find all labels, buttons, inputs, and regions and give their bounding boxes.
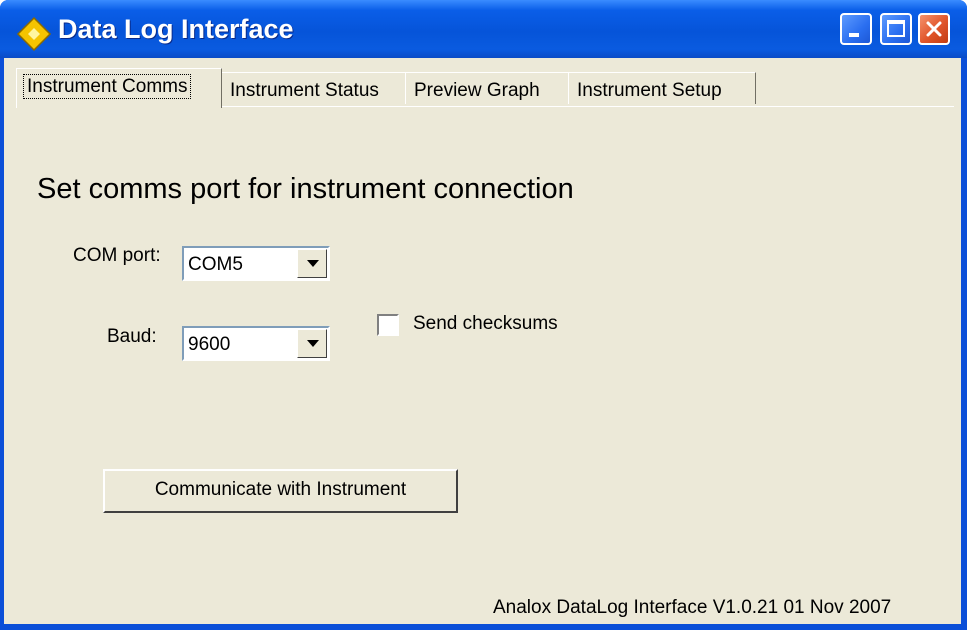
tab-instrument-status[interactable]: Instrument Status [221, 72, 406, 104]
close-icon [926, 21, 942, 37]
tab-instrument-comms[interactable]: Instrument Comms [16, 68, 222, 108]
minimize-icon [849, 33, 859, 37]
version-text: Analox DataLog Interface V1.0.21 01 Nov … [493, 597, 892, 618]
tab-label: Instrument Comms [23, 74, 192, 99]
com-port-value: COM5 [188, 254, 243, 275]
chevron-down-icon [307, 260, 319, 267]
app-diamond-icon [16, 16, 52, 52]
communicate-button[interactable]: Communicate with Instrument [103, 469, 458, 513]
close-button[interactable] [918, 13, 950, 45]
baud-select[interactable]: 9600 [182, 326, 330, 361]
maximize-icon [887, 20, 905, 37]
baud-value: 9600 [188, 334, 231, 355]
window-title: Data Log Interface [58, 14, 294, 44]
minimize-button[interactable] [840, 13, 872, 45]
maximize-button[interactable] [880, 13, 912, 45]
tab-instrument-setup[interactable]: Instrument Setup [568, 72, 756, 104]
chevron-down-icon [307, 340, 319, 347]
baud-label: Baud: [107, 326, 157, 347]
send-checksums-label[interactable]: Send checksums [413, 313, 558, 335]
tab-preview-graph[interactable]: Preview Graph [405, 72, 569, 104]
com-port-label: COM port: [73, 245, 161, 266]
tab-label: Instrument Status [230, 80, 379, 101]
page-heading: Set comms port for instrument connection [37, 173, 574, 205]
baud-dropdown-button[interactable] [297, 329, 327, 358]
tab-label: Instrument Setup [577, 80, 722, 101]
tab-label: Preview Graph [414, 80, 540, 101]
app-window: Data Log Interface Instrument Comms Inst… [0, 0, 967, 630]
send-checksums-checkbox[interactable] [377, 314, 399, 336]
com-port-select[interactable]: COM5 [182, 246, 330, 281]
title-bar[interactable]: Data Log Interface [0, 0, 967, 58]
com-port-dropdown-button[interactable] [297, 249, 327, 278]
